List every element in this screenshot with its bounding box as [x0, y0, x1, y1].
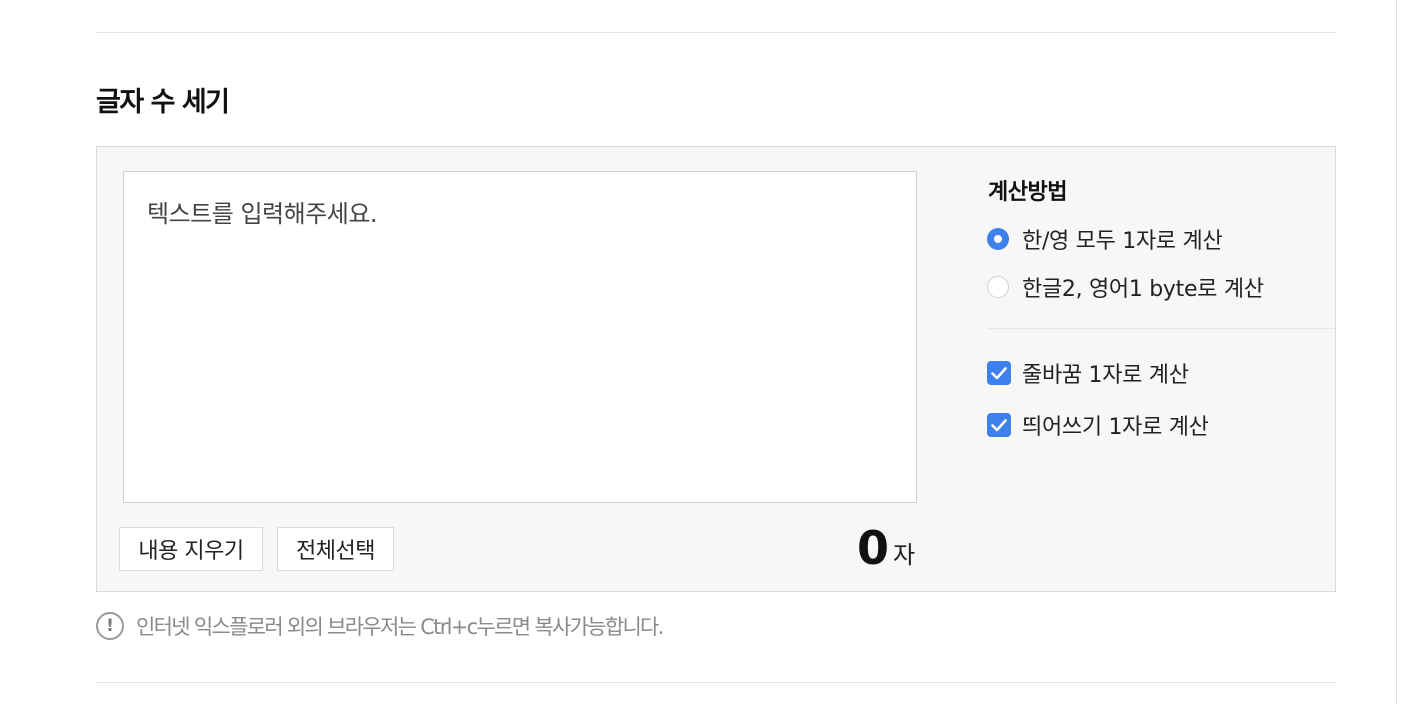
checkbox-checked-icon[interactable] [987, 361, 1011, 385]
radio-unselected-icon[interactable] [987, 276, 1009, 298]
notice-text: 인터넷 익스플로러 외의 브라우저는 Ctrl+c누르면 복사가능합니다. [136, 615, 664, 639]
radio-label: 한글2, 영어1 byte로 계산 [1022, 277, 1264, 302]
checkbox-checked-icon[interactable] [987, 413, 1011, 437]
text-input-placeholder: 텍스트를 입력해주세요. [147, 200, 378, 228]
radio-count-all-as-one[interactable]: 한/영 모두 1자로 계산 [987, 223, 1223, 255]
right-divider [1396, 0, 1397, 704]
character-count-unit: 자 [893, 541, 916, 569]
clear-content-button[interactable]: 내용 지우기 [119, 527, 263, 571]
section-title: 글자 수 세기 [96, 87, 230, 118]
options-divider [987, 328, 1335, 329]
checkbox-label: 줄바꿈 1자로 계산 [1022, 363, 1189, 388]
bottom-divider [96, 682, 1336, 683]
top-divider [96, 32, 1336, 33]
radio-count-bytes[interactable]: 한글2, 영어1 byte로 계산 [987, 271, 1264, 303]
character-count: 0 [857, 521, 890, 575]
calculation-options: 계산방법 한/영 모두 1자로 계산 한글2, 영어1 byte로 계산 줄바꿈… [987, 147, 1335, 591]
text-input-area[interactable]: 텍스트를 입력해주세요. [123, 171, 917, 503]
radio-selected-icon[interactable] [987, 228, 1009, 250]
checkbox-count-space[interactable]: 띄어쓰기 1자로 계산 [987, 409, 1209, 441]
exclamation-icon: ! [96, 612, 124, 640]
radio-label: 한/영 모두 1자로 계산 [1022, 229, 1223, 254]
counter-panel: 텍스트를 입력해주세요. 내용 지우기 전체선택 0 자 계산방법 한/영 모두… [96, 146, 1336, 592]
checkbox-count-linebreak[interactable]: 줄바꿈 1자로 계산 [987, 357, 1189, 389]
select-all-button[interactable]: 전체선택 [277, 527, 394, 571]
checkbox-label: 띄어쓰기 1자로 계산 [1022, 415, 1209, 440]
calculation-method-heading: 계산방법 [988, 180, 1067, 205]
copy-notice: ! 인터넷 익스플로러 외의 브라우저는 Ctrl+c누르면 복사가능합니다. [96, 611, 664, 641]
